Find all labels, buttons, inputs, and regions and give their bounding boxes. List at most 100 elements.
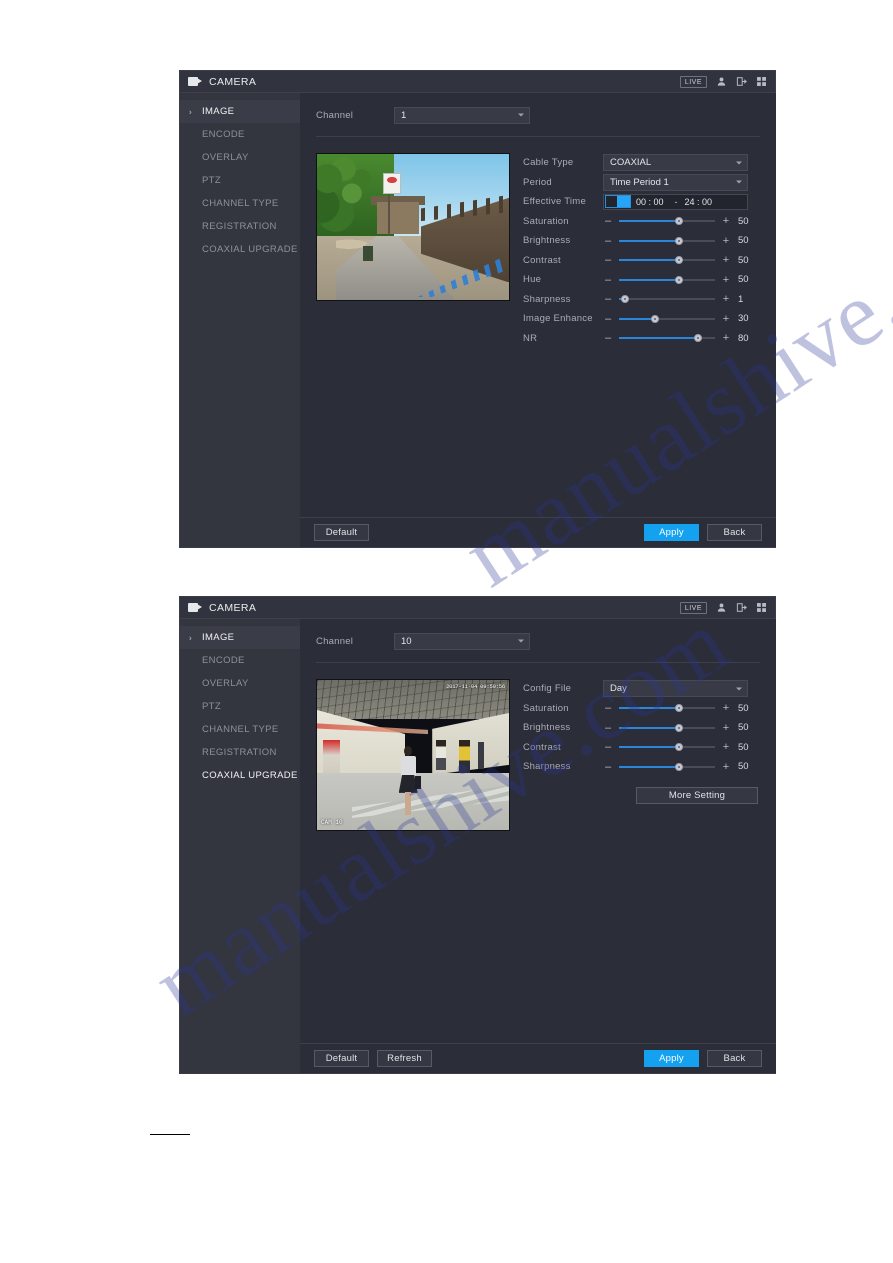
live-badge[interactable]: LIVE [680, 602, 707, 614]
sidebar-item-label: IMAGE [202, 106, 234, 117]
period-select[interactable]: Time Period 1 [603, 174, 748, 191]
sidebar-item-registration[interactable]: REGISTRATION [180, 741, 300, 764]
sidebar-item-registration[interactable]: REGISTRATION [180, 215, 300, 238]
plus-icon[interactable]: + [721, 333, 731, 343]
sharpness-slider[interactable]: – [603, 294, 721, 304]
effective-time-toggle[interactable] [605, 195, 631, 208]
minus-icon[interactable]: – [603, 216, 613, 226]
slider-track[interactable] [619, 298, 715, 300]
camera-image-window-2: CAMERA LIVE [179, 596, 776, 1074]
logout-icon[interactable] [736, 602, 747, 613]
sidebar-item-channel-type[interactable]: CHANNEL TYPE [180, 718, 300, 741]
nr-slider[interactable]: – [603, 333, 721, 343]
image-enhance-slider[interactable]: – [603, 314, 721, 324]
plus-icon[interactable]: + [721, 314, 731, 324]
plus-icon[interactable]: + [721, 275, 731, 285]
grid-icon[interactable] [756, 602, 767, 613]
effective-time-start[interactable]: 00 : 00 [636, 197, 664, 207]
default-button[interactable]: Default [314, 1050, 369, 1067]
user-icon[interactable] [716, 602, 727, 613]
sidebar-item-channel-type[interactable]: CHANNEL TYPE [180, 192, 300, 215]
default-button[interactable]: Default [314, 524, 369, 541]
page-footer-rule [150, 1134, 190, 1135]
minus-icon[interactable]: – [603, 294, 613, 304]
minus-icon[interactable]: – [603, 703, 613, 713]
sidebar-item-overlay[interactable]: OVERLAY [180, 672, 300, 695]
sidebar-item-label: PTZ [202, 701, 221, 712]
sidebar-item-image[interactable]: › IMAGE [180, 100, 300, 123]
saturation-slider[interactable]: – [603, 703, 721, 713]
plus-icon[interactable]: + [721, 216, 731, 226]
refresh-button[interactable]: Refresh [377, 1050, 432, 1067]
apply-button[interactable]: Apply [644, 524, 699, 541]
config-file-value: Day [610, 683, 627, 694]
chevron-right-icon: › [189, 107, 192, 116]
sidebar-item-ptz[interactable]: PTZ [180, 695, 300, 718]
minus-icon[interactable]: – [603, 742, 613, 752]
plus-icon[interactable]: + [721, 236, 731, 246]
sidebar-item-encode[interactable]: ENCODE [180, 123, 300, 146]
sharpness-slider[interactable]: – [603, 762, 721, 772]
camera-preview[interactable]: 2017-11-04 09:50:56 CAM 10 [316, 679, 510, 831]
plus-icon[interactable]: + [721, 762, 731, 772]
contrast-slider[interactable]: – [603, 742, 721, 752]
minus-icon[interactable]: – [603, 333, 613, 343]
cable-type-select[interactable]: COAXIAL [603, 154, 748, 171]
sidebar-item-ptz[interactable]: PTZ [180, 169, 300, 192]
channel-row: Channel 10 [316, 619, 760, 652]
plus-icon[interactable]: + [721, 294, 731, 304]
sidebar-item-encode[interactable]: ENCODE [180, 649, 300, 672]
slider-track[interactable] [619, 220, 715, 222]
plus-icon[interactable]: + [721, 742, 731, 752]
brightness-slider[interactable]: – [603, 723, 721, 733]
channel-select[interactable]: 10 [394, 633, 530, 650]
effective-time-end[interactable]: 24 : 00 [685, 197, 713, 207]
channel-select[interactable]: 1 [394, 107, 530, 124]
more-setting-button[interactable]: More Setting [636, 787, 758, 804]
saturation-slider[interactable]: – [603, 216, 721, 226]
slider-track[interactable] [619, 240, 715, 242]
window-body: › IMAGE ENCODE OVERLAY PTZ CHANNEL TYPE … [180, 619, 775, 1073]
back-button[interactable]: Back [707, 524, 762, 541]
sidebar-item-label: REGISTRATION [202, 221, 277, 232]
slider-track[interactable] [619, 337, 715, 339]
plus-icon[interactable]: + [721, 703, 731, 713]
minus-icon[interactable]: – [603, 723, 613, 733]
sidebar-item-overlay[interactable]: OVERLAY [180, 146, 300, 169]
sidebar-item-coaxial-upgrade[interactable]: COAXIAL UPGRADE [180, 238, 300, 261]
slider-track[interactable] [619, 766, 715, 768]
slider-track[interactable] [619, 279, 715, 281]
slider-track[interactable] [619, 259, 715, 261]
minus-icon[interactable]: – [603, 255, 613, 265]
back-button[interactable]: Back [707, 1050, 762, 1067]
plus-icon[interactable]: + [721, 255, 731, 265]
config-file-select[interactable]: Day [603, 680, 748, 697]
user-icon[interactable] [716, 76, 727, 87]
minus-icon[interactable]: – [603, 275, 613, 285]
sidebar-item-coaxial-upgrade[interactable]: COAXIAL UPGRADE [180, 764, 300, 787]
contrast-label: Contrast [523, 742, 603, 753]
minus-icon[interactable]: – [603, 236, 613, 246]
slider-track[interactable] [619, 707, 715, 709]
minus-icon[interactable]: – [603, 762, 613, 772]
sidebar: › IMAGE ENCODE OVERLAY PTZ CHANNEL TYPE … [180, 619, 300, 1073]
effective-time-box: 00 : 00 - 24 : 00 [603, 194, 748, 210]
slider-track[interactable] [619, 318, 715, 320]
apply-button[interactable]: Apply [644, 1050, 699, 1067]
sidebar-item-image[interactable]: › IMAGE [180, 626, 300, 649]
brightness-slider[interactable]: – [603, 236, 721, 246]
slider-track[interactable] [619, 727, 715, 729]
grid-icon[interactable] [756, 76, 767, 87]
minus-icon[interactable]: – [603, 314, 613, 324]
live-badge[interactable]: LIVE [680, 76, 707, 88]
hue-slider[interactable]: – [603, 275, 721, 285]
camera-preview[interactable] [316, 153, 510, 301]
contrast-slider[interactable]: – [603, 255, 721, 265]
logout-icon[interactable] [736, 76, 747, 87]
sharpness-value: 1 [731, 294, 760, 305]
channel-label: Channel [316, 636, 394, 647]
slider-row-hue: Hue – + 50 [523, 270, 760, 290]
slider-track[interactable] [619, 746, 715, 748]
plus-icon[interactable]: + [721, 723, 731, 733]
more-setting-row: More Setting [523, 787, 760, 804]
